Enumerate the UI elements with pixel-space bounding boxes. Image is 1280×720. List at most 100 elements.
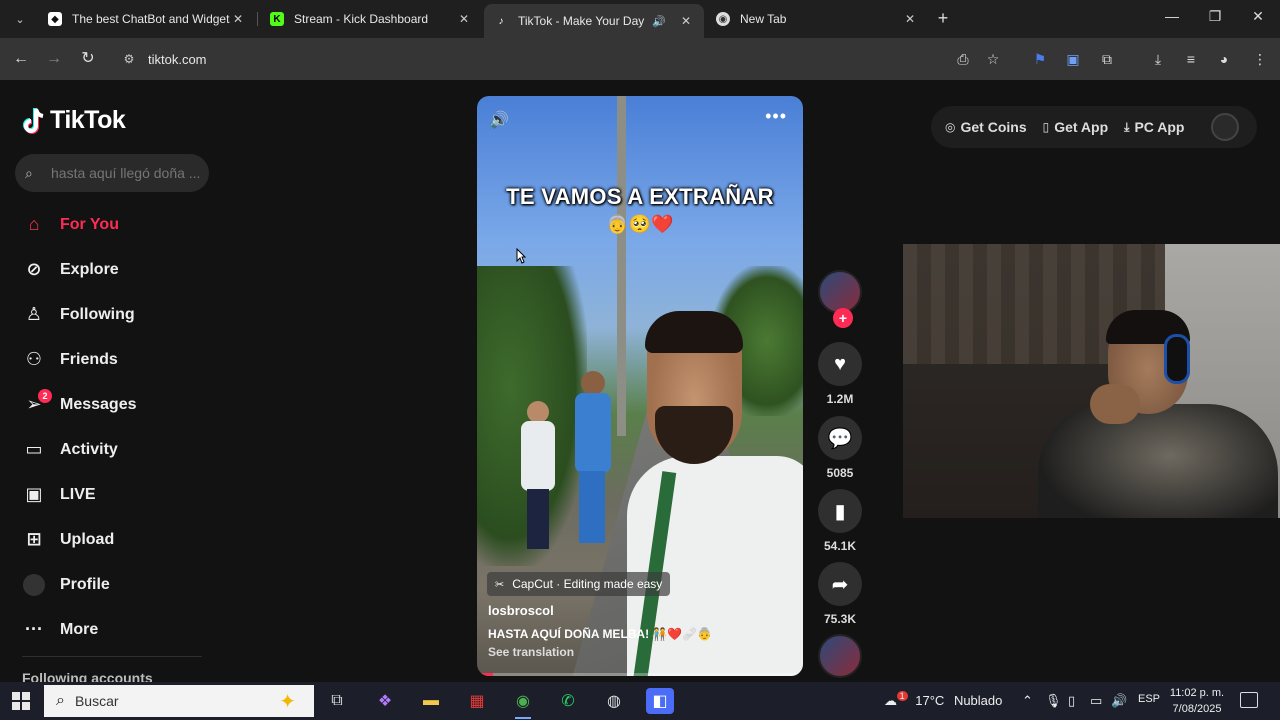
notification-icon[interactable] [1240,692,1258,708]
chrome-icon[interactable]: ◉ [509,688,537,719]
like-count: 1.2M [826,392,854,406]
usb-icon[interactable]: ▯ [1068,693,1075,709]
user-avatar[interactable] [1210,113,1239,141]
send-icon: ➢ 2 [22,388,52,417]
capcut-label: CapCut · Editing made easy [512,577,663,591]
minimize-icon[interactable]: — [1162,8,1182,24]
share-action[interactable]: ➦ 75.3K [817,562,863,626]
follow-plus-icon[interactable]: + [833,308,853,328]
tab-kick[interactable]: K Stream - Kick Dashboard ✕ [260,4,482,34]
extensions-puzzle-icon[interactable]: ⧉ [1097,49,1117,69]
sidebar-item-label: LIVE [60,485,96,503]
search-icon[interactable]: ⌕ [25,165,45,182]
volume-icon[interactable]: 🔊 [489,110,509,130]
extension-icon[interactable]: ⚑ [1030,49,1050,69]
app-icon[interactable]: ◧ [646,688,674,714]
music-disc-avatar[interactable] [818,634,862,678]
reload-icon[interactable]: ↻ [77,48,99,70]
task-view-icon[interactable]: ⧉ [323,688,351,714]
address-bar[interactable]: ⚙ tiktok.com [112,42,1012,76]
capcut-tag[interactable]: ✂ CapCut · Editing made easy [487,572,671,596]
search-input[interactable] [51,165,201,181]
audio-playing-icon[interactable]: 🔊 [652,15,666,28]
sidebar-item-label: Profile [60,575,110,593]
microphone-icon[interactable]: 🎙 [1045,693,1062,709]
weather-widget[interactable]: ☁ 1 17°C Nublado [884,691,1002,709]
tiktok-logo[interactable]: TikTok [22,106,126,135]
bookmark-star-icon[interactable]: ☆ [983,49,1003,69]
video-progress-bar[interactable] [477,673,803,676]
video-overlay-text: TE VAMOS A EXTRAÑAR [506,184,774,209]
more-options-icon[interactable]: ••• [765,106,787,127]
get-coins-label: Get Coins [960,119,1027,135]
tray-chevron-icon[interactable]: ⌃ [1022,693,1033,709]
get-coins-button[interactable]: ◎ Get Coins [945,119,1027,135]
sidebar-item-more[interactable]: ··· More [22,607,222,652]
logo-text: TikTok [50,106,126,134]
media-control-icon[interactable]: ≡ [1181,49,1201,69]
like-action[interactable]: ♥ 1.2M [817,342,863,406]
sidebar-item-upload[interactable]: ⊞ Upload [22,517,222,562]
tab-tiktok[interactable]: ♪ TikTok - Make Your Day 🔊 ✕ [484,4,704,38]
save-action[interactable]: ▮ 54.1K [817,489,863,553]
close-tab-icon[interactable]: ✕ [902,12,918,26]
tab-chatbot[interactable]: ◆ The best ChatBot and Widgets ✕ [38,4,256,34]
close-window-icon[interactable]: ✕ [1248,8,1268,25]
streamer [998,304,1278,518]
tab-search-icon[interactable]: ⌄ [8,8,32,30]
install-app-icon[interactable]: ⎙ [953,49,973,69]
profile-avatar-icon[interactable]: ◕ [1214,49,1234,69]
get-app-button[interactable]: ▯ Get App [1043,119,1109,135]
copilot-icon[interactable]: ❖ [371,688,399,714]
following-accounts-heading: Following accounts [22,670,153,682]
sidebar-item-activity[interactable]: ▭ Activity [22,427,222,472]
sidebar-item-explore[interactable]: ⊘ Explore [22,247,222,292]
site-info-icon[interactable]: ⚙ [118,52,140,66]
obs-icon[interactable]: ◍ [600,688,628,714]
whatsapp-icon[interactable]: ✆ [554,688,582,714]
new-tab-icon[interactable]: + [932,8,954,29]
sparkle-icon: ✦ [279,690,296,713]
sidebar-item-following[interactable]: ♙ Following [22,292,222,337]
video-username[interactable]: losbroscol [488,603,554,618]
heart-icon[interactable]: ♥ [818,342,862,386]
download-icon[interactable]: ⤓ [1148,49,1168,69]
close-tab-icon[interactable]: ✕ [230,12,246,26]
translate-icon[interactable]: ▣ [1063,49,1083,69]
comment-action[interactable]: 💬 5085 [817,416,863,480]
file-explorer-icon[interactable]: ▬ [417,688,445,714]
chrome-favicon-icon: ◉ [716,12,730,26]
menu-kebab-icon[interactable]: ⋮ [1250,49,1270,69]
network-icon[interactable]: ▭ [1090,693,1102,709]
forward-icon[interactable]: → [43,48,65,70]
video-person-elderly [513,401,563,551]
save-count: 54.1K [823,539,857,553]
comment-icon[interactable]: 💬 [818,416,862,460]
microsoft-store-icon[interactable]: ▦ [463,688,491,714]
creator-avatar[interactable]: + [818,270,862,328]
sidebar-item-profile[interactable]: Profile [22,562,222,607]
windows-start-icon[interactable] [12,692,30,710]
close-tab-icon[interactable]: ✕ [678,14,694,28]
language-indicator[interactable]: ESP [1138,693,1160,705]
taskbar-search[interactable]: ⌕ Buscar ✦ [44,685,314,717]
back-icon[interactable]: ← [10,48,32,70]
close-tab-icon[interactable]: ✕ [456,12,472,26]
search-box[interactable]: ⌕ [15,154,209,192]
share-icon[interactable]: ➦ [818,562,862,606]
sidebar-item-for-you[interactable]: ⌂ For You [22,202,222,247]
taskbar-clock[interactable]: 11:02 p. m. 7/08/2025 [1164,685,1230,717]
sidebar-item-live[interactable]: ▣ LIVE [22,472,222,517]
tab-new[interactable]: ◉ New Tab ✕ [706,4,928,34]
restore-icon[interactable]: ❐ [1205,8,1225,25]
tiktok-page: TikTok ⌕ ⌂ For You ⊘ Explore ♙ Following… [0,80,1280,682]
taskbar-search-label: Buscar [74,693,119,709]
sidebar-item-messages[interactable]: ➢ 2 Messages [22,382,222,427]
see-translation-link[interactable]: See translation [488,645,574,659]
live-icon: ▣ [25,484,43,504]
bookmark-icon[interactable]: ▮ [818,489,862,533]
pc-app-button[interactable]: ⤓ PC App [1124,119,1184,135]
volume-icon[interactable]: 🔊 [1111,693,1127,709]
video-player[interactable]: 🔊 ••• TE VAMOS A EXTRAÑAR 👵🥺❤️ ✂ CapCut … [477,96,803,676]
sidebar-item-friends[interactable]: ⚇ Friends [22,337,222,382]
